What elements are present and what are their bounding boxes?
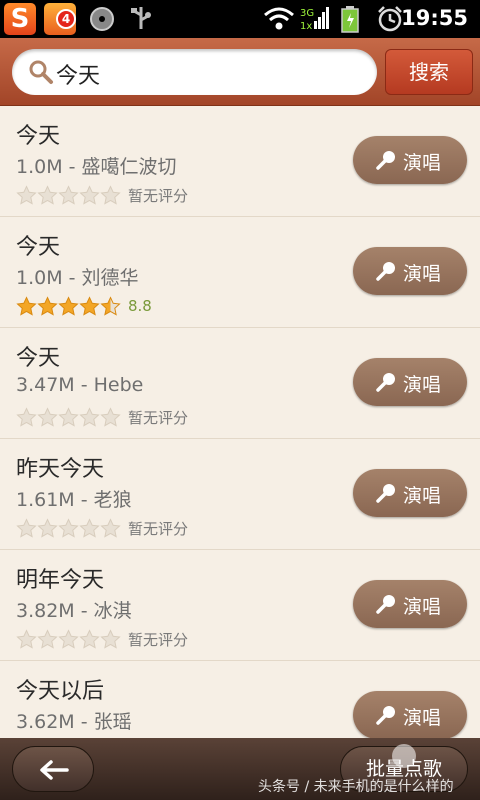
song-row[interactable]: 今天 1.0M - 盛噶仁波切暂无评分 演唱 (0, 106, 480, 217)
song-size-artist: 3.47M - Hebe (16, 374, 144, 396)
sing-button-label: 演唱 (403, 596, 442, 618)
song-size-artist: 1.0M - 刘德华 (16, 267, 139, 289)
song-title: 今天 (16, 124, 61, 149)
sing-button[interactable]: 演唱 (353, 136, 467, 184)
rating-star-icon (58, 184, 79, 205)
sogou-icon: S (4, 3, 36, 35)
song-row[interactable]: 明年今天 3.82M - 冰淇暂无评分 演唱 (0, 550, 480, 661)
rating-text: 8.8 (128, 297, 152, 315)
status-bar: S 4 3G 1x 19:55 (0, 0, 480, 38)
rating-star-icon (79, 295, 100, 316)
rating-star-icon (100, 628, 121, 649)
rating-stars: 8.8 (16, 295, 152, 317)
microphone-icon (376, 595, 395, 614)
song-size-artist: 3.62M - 张瑶 (16, 711, 132, 733)
rating-star-icon (100, 406, 121, 427)
song-row[interactable]: 今天 3.47M - Hebe 暂无评分 演唱 (0, 328, 480, 439)
microphone-icon (376, 706, 395, 725)
song-title: 今天 (16, 235, 61, 260)
rating-star-icon (58, 295, 79, 316)
song-title: 今天 (16, 346, 61, 371)
song-size-artist: 1.0M - 盛噶仁波切 (16, 156, 177, 178)
rating-star-icon (79, 184, 100, 205)
rating-star-icon (58, 517, 79, 538)
sing-button-label: 演唱 (403, 485, 442, 507)
battery-icon (341, 6, 359, 33)
rating-star-icon (100, 517, 121, 538)
rating-star-icon (58, 628, 79, 649)
rating-star-icon (37, 517, 58, 538)
song-row[interactable]: 昨天今天 1.61M - 老狼暂无评分 演唱 (0, 439, 480, 550)
rating-star-icon (79, 517, 100, 538)
notification-badge: 4 (56, 9, 76, 29)
rating-star-icon (37, 406, 58, 427)
wifi-icon (264, 7, 294, 30)
song-size-artist: 1.61M - 老狼 (16, 489, 132, 511)
back-arrow-icon (40, 760, 69, 780)
song-size-artist: 3.82M - 冰淇 (16, 600, 132, 622)
sing-button[interactable]: 演唱 (353, 580, 467, 628)
rating-star-icon (79, 628, 100, 649)
rating-text: 暂无评分 (128, 519, 189, 538)
rating-star-icon (100, 295, 121, 316)
microphone-icon (376, 484, 395, 503)
clock-time: 19:55 (401, 6, 468, 30)
rating-text: 暂无评分 (128, 408, 189, 427)
search-button[interactable]: 搜索 (385, 49, 473, 95)
search-query: 今天 (56, 64, 101, 89)
microphone-icon (376, 262, 395, 281)
rating-text: 暂无评分 (128, 186, 189, 205)
rating-star-icon (16, 184, 37, 205)
rating-star-icon (58, 406, 79, 427)
song-title: 昨天今天 (16, 457, 105, 482)
sing-button-label: 演唱 (403, 263, 442, 285)
rating-star-icon (16, 295, 37, 316)
svg-text:1x: 1x (300, 21, 312, 32)
sing-button[interactable]: 演唱 (353, 469, 467, 517)
rating-star-icon (37, 184, 58, 205)
rating-text: 暂无评分 (128, 630, 189, 649)
rating-star-icon (37, 295, 58, 316)
watermark-logo-icon (392, 744, 416, 768)
sing-button-label: 演唱 (403, 152, 442, 174)
rating-star-icon (79, 406, 100, 427)
rating-stars: 暂无评分 (16, 628, 188, 650)
fruit-app-icon: 4 (44, 3, 76, 35)
song-title: 明年今天 (16, 568, 105, 593)
watermark-text: 头条号 / 未来手机的是什么样的 (258, 779, 454, 795)
sing-button[interactable]: 演唱 (353, 247, 467, 295)
search-header: 今天 搜索 (0, 38, 480, 106)
3g-signal-icon: 3G 1x (300, 7, 329, 32)
cd-icon (90, 7, 114, 31)
rating-stars: 暂无评分 (16, 406, 188, 428)
rating-star-icon (37, 628, 58, 649)
microphone-icon (376, 373, 395, 392)
rating-stars: 暂无评分 (16, 184, 188, 206)
song-title: 今天以后 (16, 679, 105, 704)
song-list: 今天 1.0M - 盛噶仁波切 暂无评分 演唱 今天 1.0M - 刘德华 8.8 演唱 今天 3… (0, 106, 480, 738)
search-input[interactable]: 今天 (12, 49, 377, 95)
rating-stars: 暂无评分 (16, 517, 188, 539)
rating-star-icon (100, 184, 121, 205)
microphone-icon (376, 151, 395, 170)
song-row[interactable]: 今天以后 3.62M - 张瑶 演唱 (0, 661, 480, 738)
song-row[interactable]: 今天 1.0M - 刘德华 8.8 演唱 (0, 217, 480, 328)
rating-star-icon (16, 406, 37, 427)
back-button[interactable] (12, 746, 94, 792)
usb-icon (131, 7, 151, 29)
sing-button[interactable]: 演唱 (353, 691, 467, 738)
sing-button-label: 演唱 (403, 374, 442, 396)
sing-button[interactable]: 演唱 (353, 358, 467, 406)
rating-star-icon (16, 517, 37, 538)
svg-text:3G: 3G (300, 8, 314, 19)
sing-button-label: 演唱 (403, 707, 442, 729)
rating-star-icon (16, 628, 37, 649)
alarm-icon (378, 6, 402, 32)
search-icon (29, 60, 53, 84)
